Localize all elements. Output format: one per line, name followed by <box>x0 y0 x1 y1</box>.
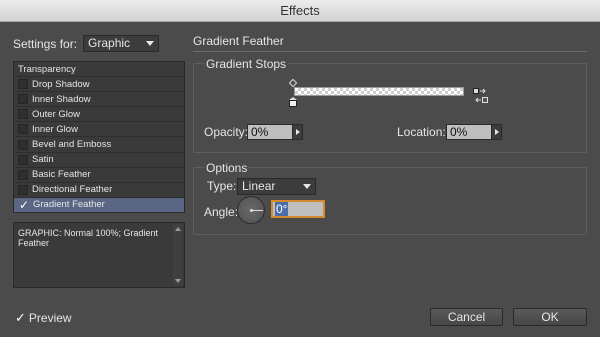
settings-for-value: Graphic <box>88 36 131 50</box>
effect-checkbox[interactable] <box>18 94 28 105</box>
gradient-ramp[interactable] <box>294 87 464 96</box>
scroll-down-icon[interactable] <box>175 279 181 283</box>
effect-item-label: Outer Glow <box>32 108 81 120</box>
opacity-stepper[interactable] <box>292 124 303 140</box>
window-title: Effects <box>280 3 320 18</box>
effect-item-label: Inner Shadow <box>32 93 91 105</box>
angle-label: Angle: <box>204 205 239 219</box>
summary-text: GRAPHIC: Normal 100%; Gradient Feather <box>18 228 159 248</box>
effect-item-label: Drop Shadow <box>32 78 90 90</box>
effect-item-label: Bevel and Emboss <box>32 139 112 151</box>
cancel-button[interactable]: Cancel <box>430 308 503 326</box>
chevron-down-icon <box>146 41 155 46</box>
type-label: Type: <box>207 179 237 193</box>
type-dropdown[interactable]: Linear <box>237 178 316 195</box>
settings-for-label: Settings for: <box>13 36 78 51</box>
settings-for-row: Settings for: Graphic <box>13 35 160 52</box>
effect-checkbox[interactable] <box>18 124 28 135</box>
effect-checkbox[interactable] <box>18 79 28 90</box>
location-label: Location: <box>397 125 446 139</box>
reverse-gradient-icon[interactable] <box>473 88 488 103</box>
effect-item-bevel-and-emboss[interactable]: Bevel and Emboss <box>14 137 184 153</box>
angle-field[interactable]: 0° <box>271 200 325 218</box>
ok-button[interactable]: OK <box>513 308 587 326</box>
effect-checkbox[interactable] <box>18 184 28 195</box>
preview-label: Preview <box>28 311 72 325</box>
type-value: Linear <box>242 179 276 193</box>
effect-checkbox[interactable] <box>18 109 28 120</box>
effect-item-label: Satin <box>32 154 54 166</box>
summary-scrollbar[interactable] <box>173 224 183 286</box>
angle-dial[interactable] <box>237 196 265 224</box>
effect-checkbox[interactable] <box>18 169 28 180</box>
gradient-stop-marker[interactable] <box>289 97 297 107</box>
effects-dialog: Settings for: Graphic Transparency Drop … <box>0 22 600 337</box>
gradient-stops-title: Gradient Stops <box>204 57 289 71</box>
effect-item-inner-shadow[interactable]: Inner Shadow <box>14 92 184 108</box>
opacity-field[interactable]: 0% <box>247 124 293 140</box>
check-icon: ✓ <box>15 310 26 325</box>
effect-item-satin[interactable]: Satin <box>14 153 184 168</box>
location-stepper[interactable] <box>491 124 502 140</box>
effect-item-drop-shadow[interactable]: Drop Shadow <box>14 77 184 93</box>
effect-item-label: Basic Feather <box>32 169 91 181</box>
effects-list: Transparency Drop Shadow Inner Shadow Oute… <box>13 61 185 213</box>
check-icon[interactable]: ✓ <box>17 198 31 212</box>
effect-item-label: Gradient Feather <box>33 199 105 211</box>
effect-item-directional-feather[interactable]: Directional Feather <box>14 183 184 198</box>
list-header-transparency[interactable]: Transparency <box>14 62 184 78</box>
effect-checkbox[interactable] <box>18 139 28 150</box>
options-title: Options <box>204 161 250 175</box>
effect-item-outer-glow[interactable]: Outer Glow <box>14 107 184 123</box>
chevron-down-icon <box>303 184 311 189</box>
effect-item-basic-feather[interactable]: Basic Feather <box>14 168 184 183</box>
effect-item-gradient-feather[interactable]: ✓ Gradient Feather <box>14 197 184 213</box>
effect-item-label: Inner Glow <box>32 123 78 135</box>
panel-title: Gradient Feather <box>193 34 284 48</box>
panel-title-divider <box>193 51 587 52</box>
effect-checkbox[interactable] <box>18 154 28 165</box>
preview-checkbox[interactable]: ✓ Preview <box>15 310 72 326</box>
window-title-bar: Effects <box>0 0 600 22</box>
opacity-label: Opacity: <box>204 125 249 139</box>
effect-item-label: Directional Feather <box>32 184 113 196</box>
settings-for-dropdown[interactable]: Graphic <box>83 35 160 52</box>
scroll-up-icon[interactable] <box>175 227 181 231</box>
effect-item-inner-glow[interactable]: Inner Glow <box>14 122 184 138</box>
location-field[interactable]: 0% <box>446 124 492 140</box>
angle-value: 0° <box>275 202 289 216</box>
effects-summary: GRAPHIC: Normal 100%; Gradient Feather <box>13 222 185 288</box>
